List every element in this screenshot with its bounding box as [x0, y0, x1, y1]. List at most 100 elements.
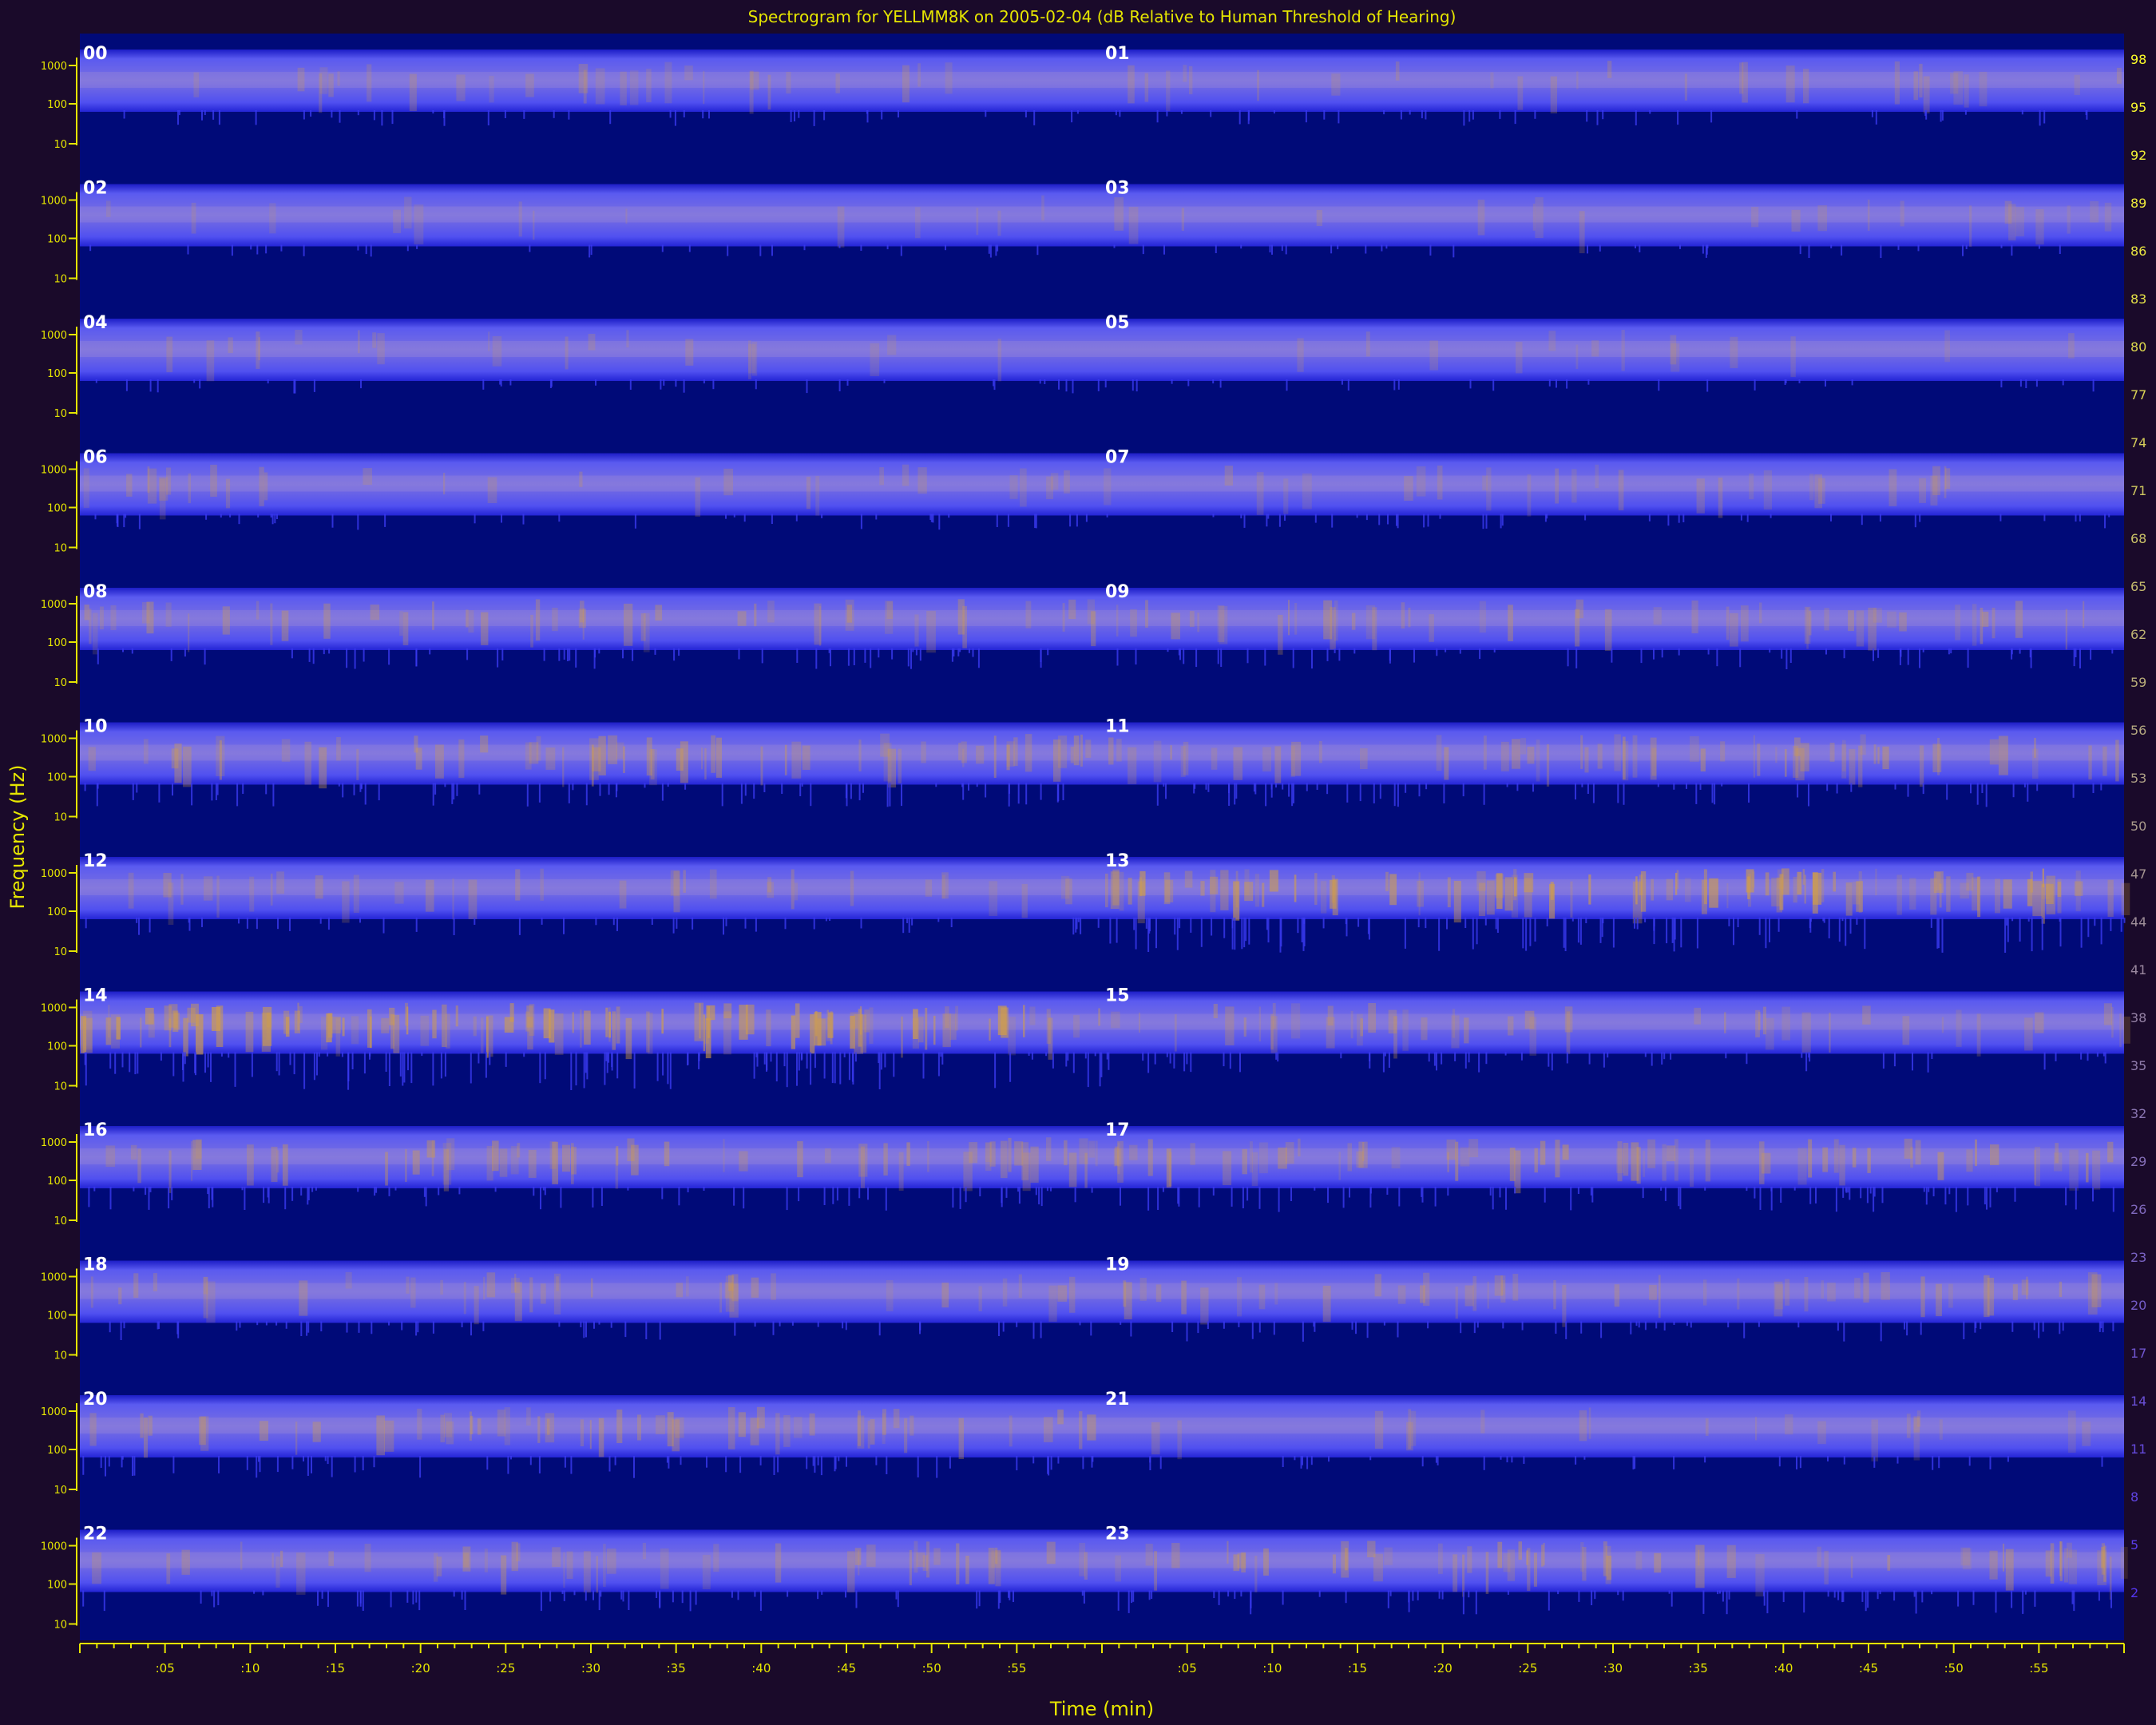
- hot-streak: [1607, 61, 1612, 78]
- spike: [1240, 1590, 1242, 1597]
- spike: [622, 648, 624, 659]
- spike: [285, 1321, 287, 1329]
- hot-streak: [370, 1016, 372, 1049]
- spike: [1154, 1052, 1156, 1065]
- hot-streak: [723, 1139, 725, 1172]
- spike: [125, 514, 127, 518]
- spike: [996, 514, 998, 527]
- hot-streak: [1316, 210, 1322, 226]
- spike: [2098, 1590, 2100, 1601]
- hot-streak: [1649, 1284, 1657, 1300]
- hot-streak: [1535, 196, 1544, 238]
- hot-streak: [404, 196, 412, 229]
- hot-streak: [2102, 746, 2107, 776]
- spike: [1167, 648, 1169, 652]
- spike: [1532, 783, 1534, 792]
- spike: [1995, 1187, 1998, 1192]
- spike: [280, 244, 283, 252]
- spike: [795, 514, 798, 521]
- spike: [1661, 648, 1663, 658]
- spike: [1667, 514, 1670, 526]
- spike: [1778, 1456, 1781, 1467]
- spike: [123, 514, 125, 528]
- spike: [1207, 1321, 1209, 1329]
- spike: [538, 783, 541, 803]
- spike: [886, 1456, 888, 1474]
- hot-streak: [1955, 605, 1960, 640]
- spike: [191, 783, 193, 806]
- spike: [1769, 918, 1770, 942]
- y-tick-label: 1000: [41, 196, 67, 208]
- spike: [786, 1187, 788, 1211]
- spike: [936, 1456, 938, 1478]
- hot-streak: [1151, 1422, 1160, 1455]
- spike: [1492, 1187, 1494, 1210]
- hot-streak: [1915, 1140, 1921, 1165]
- spike: [1396, 514, 1397, 526]
- spike: [558, 648, 561, 661]
- spike: [656, 1590, 658, 1598]
- spike: [2035, 379, 2038, 387]
- spike: [1623, 783, 1625, 805]
- spike: [1666, 918, 1668, 944]
- hot-streak: [1875, 868, 1877, 896]
- hot-streak: [1562, 1144, 1569, 1160]
- spike: [561, 1590, 564, 1594]
- spike: [1405, 783, 1407, 793]
- spike: [444, 1052, 446, 1077]
- hot-streak: [1900, 200, 1904, 227]
- hot-streak: [270, 603, 273, 645]
- hot-streak: [795, 1003, 800, 1038]
- hot-streak: [1631, 1142, 1639, 1181]
- spike: [1671, 1590, 1673, 1607]
- hot-streak: [1906, 1414, 1911, 1438]
- hot-streak: [298, 1005, 303, 1023]
- hot-streak: [525, 1011, 530, 1032]
- hot-streak: [676, 1283, 684, 1298]
- spike: [2014, 1187, 2016, 1202]
- hot-streak: [1763, 470, 1772, 510]
- spike: [1275, 783, 1277, 788]
- spike: [1896, 1456, 1899, 1464]
- hot-streak: [814, 1012, 822, 1046]
- spike: [1932, 1187, 1935, 1196]
- spike: [1931, 1590, 1933, 1595]
- spike: [228, 1052, 230, 1058]
- spike: [794, 110, 795, 121]
- hot-streak: [143, 739, 149, 764]
- hot-streak: [1858, 745, 1863, 787]
- spike: [2104, 514, 2106, 529]
- spike: [585, 783, 588, 806]
- hot-streak: [1720, 741, 1726, 762]
- spike: [1267, 918, 1270, 943]
- hour-label-10: 10: [83, 717, 108, 737]
- hot-streak: [187, 1007, 196, 1023]
- hot-streak: [118, 1287, 122, 1305]
- hot-streak: [147, 468, 157, 504]
- hot-streak: [1989, 739, 1999, 765]
- spike: [1047, 1456, 1049, 1474]
- spike: [522, 514, 525, 525]
- spike: [1217, 648, 1219, 664]
- spike: [1551, 1052, 1553, 1071]
- spike: [274, 514, 276, 524]
- hot-streak: [1023, 1005, 1025, 1037]
- hot-streak: [1358, 1141, 1368, 1168]
- spike: [193, 379, 196, 383]
- spike: [1147, 1187, 1150, 1211]
- spike: [1163, 244, 1165, 255]
- spike: [820, 1456, 822, 1476]
- spike: [84, 783, 86, 791]
- spike: [624, 1321, 627, 1338]
- spike: [2100, 918, 2102, 945]
- hot-streak: [487, 477, 497, 503]
- hot-streak: [1867, 1148, 1871, 1173]
- hot-streak: [1171, 613, 1180, 640]
- spike: [919, 648, 921, 661]
- hot-streak: [1181, 1280, 1187, 1315]
- hot-streak: [1233, 747, 1242, 780]
- hot-streak: [605, 1007, 608, 1037]
- spike: [362, 1590, 364, 1611]
- spike: [385, 1052, 387, 1072]
- colorbar-label: 29: [2130, 1154, 2146, 1169]
